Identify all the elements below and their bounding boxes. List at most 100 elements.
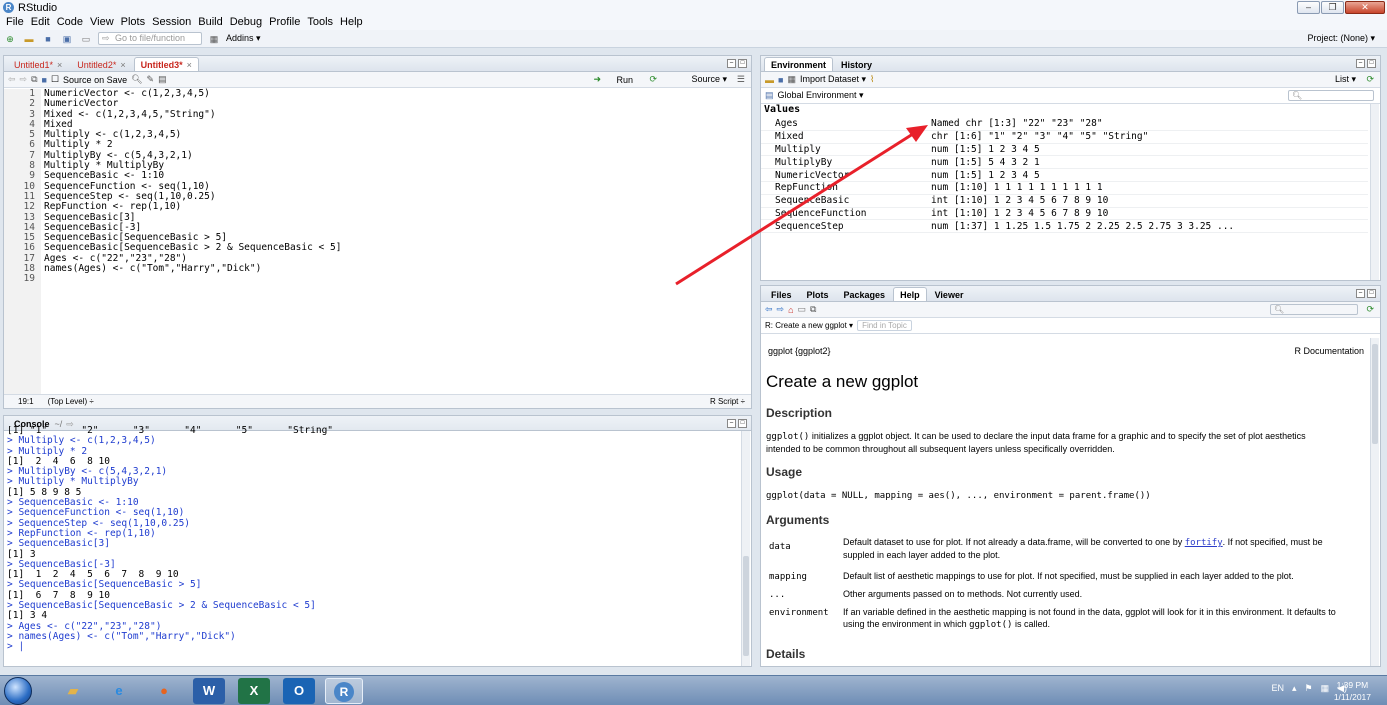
menu-plots[interactable]: Plots xyxy=(118,15,149,30)
forward-arrow-icon[interactable]: ⇨ xyxy=(777,304,785,315)
tab-viewer[interactable]: Viewer xyxy=(928,287,971,301)
goto-file-input[interactable]: Go to file/function xyxy=(98,32,202,45)
environment-row[interactable]: SequenceBasic int [1:10] 1 2 3 4 5 6 7 8 … xyxy=(761,195,1368,208)
start-button[interactable] xyxy=(4,677,32,705)
environment-row[interactable]: NumericVector num [1:5] 1 2 3 4 5 xyxy=(761,169,1368,182)
flag-icon[interactable]: ⚑ xyxy=(1304,683,1312,694)
open-folder-icon[interactable]: ▬ xyxy=(22,33,36,45)
code-line[interactable]: Multiply <- c(1,2,3,4,5) xyxy=(44,129,751,140)
tab-plots[interactable]: Plots xyxy=(800,287,836,301)
back-arrow-icon[interactable]: ⇦ xyxy=(765,304,773,315)
close-tab-icon[interactable]: × xyxy=(187,60,192,70)
show-in-window-icon[interactable]: ⧉ xyxy=(31,74,37,85)
save-icon[interactable]: ■ xyxy=(42,75,47,85)
menu-help[interactable]: Help xyxy=(337,15,367,30)
load-workspace-icon[interactable]: ▬ xyxy=(765,75,774,85)
print-icon[interactable]: ▭ xyxy=(798,304,807,315)
rerun-icon[interactable]: ⟳ xyxy=(649,74,657,85)
refresh-icon[interactable]: ⟳ xyxy=(1366,74,1374,85)
code-line[interactable]: RepFunction <- rep(1,10) xyxy=(44,201,751,212)
source-button[interactable]: Source ▾ xyxy=(691,74,727,85)
menu-profile[interactable]: Profile xyxy=(266,15,304,30)
tab-untitled1[interactable]: Untitled1* × xyxy=(7,57,69,71)
environment-scope-selector[interactable]: Global Environment ▾ xyxy=(778,90,864,101)
menu-debug[interactable]: Debug xyxy=(227,15,266,30)
menu-tools[interactable]: Tools xyxy=(304,15,337,30)
maximize-pane-icon[interactable]: □ xyxy=(1367,289,1376,298)
scope-selector[interactable]: (Top Level) ÷ xyxy=(48,397,94,406)
clear-broom-icon[interactable]: ⌇ xyxy=(870,74,874,85)
menu-edit[interactable]: Edit xyxy=(28,15,54,30)
maximize-pane-icon[interactable]: □ xyxy=(738,59,747,68)
refresh-icon[interactable]: ⟳ xyxy=(1366,304,1374,315)
minimize-pane-icon[interactable]: – xyxy=(727,59,736,68)
environment-row[interactable]: SequenceStep num [1:37] 1 1.25 1.5 1.75 2… xyxy=(761,220,1368,234)
code-line[interactable]: names(Ages) <- c("Tom","Harry","Dick") xyxy=(44,263,751,274)
minimize-button[interactable]: – xyxy=(1297,1,1320,14)
minimize-pane-icon[interactable]: – xyxy=(1356,59,1365,68)
firefox-taskbar-icon[interactable]: ● xyxy=(148,678,180,704)
clock[interactable]: 1:39 PM 1/11/2017 xyxy=(1334,679,1371,703)
menu-build[interactable]: Build xyxy=(195,15,226,30)
scrollbar-thumb[interactable] xyxy=(1372,344,1378,444)
console-output[interactable]: [1] "1" "2" "3" "4" "5" "String" > Multip… xyxy=(7,426,739,666)
code-line[interactable] xyxy=(44,274,751,284)
tab-help[interactable]: Help xyxy=(893,287,927,301)
home-icon[interactable]: ⌂ xyxy=(788,305,793,315)
save-icon[interactable]: ■ xyxy=(41,33,55,45)
internet-explorer-taskbar-icon[interactable]: e xyxy=(103,678,135,704)
save-all-icon[interactable]: ▣ xyxy=(60,33,74,45)
search-icon[interactable]: 🔍︎ xyxy=(131,74,142,85)
back-arrow-icon[interactable]: ⇦ xyxy=(8,74,16,85)
grid-layout-icon[interactable]: ▦ xyxy=(207,33,221,45)
close-button[interactable]: ✕ xyxy=(1345,1,1385,14)
show-in-window-icon[interactable]: ⧉ xyxy=(810,304,816,315)
menu-file[interactable]: File xyxy=(3,15,28,30)
outlook-taskbar-icon[interactable]: O xyxy=(283,678,315,704)
restore-button[interactable]: ❐ xyxy=(1321,1,1344,14)
help-scrollbar[interactable] xyxy=(1370,338,1379,666)
project-menu[interactable]: Project: (None) ▾ xyxy=(1307,33,1375,44)
close-tab-icon[interactable]: × xyxy=(57,60,62,70)
environment-row[interactable]: Ages Named chr [1:3] "22" "23" "28" xyxy=(761,118,1368,131)
code-line[interactable]: Mixed <- c(1,2,3,4,5,"String") xyxy=(44,109,751,120)
minimize-pane-icon[interactable]: – xyxy=(1356,289,1365,298)
environment-row[interactable]: RepFunction num [1:10] 1 1 1 1 1 1 1 1 1 … xyxy=(761,182,1368,195)
menu-code[interactable]: Code xyxy=(54,15,87,30)
new-file-icon[interactable]: ⊕ xyxy=(3,33,17,45)
word-taskbar-icon[interactable]: W xyxy=(193,678,225,704)
maximize-pane-icon[interactable]: □ xyxy=(1367,59,1376,68)
menu-session[interactable]: Session xyxy=(149,15,195,30)
run-icon[interactable]: ➜ xyxy=(593,74,601,85)
show-hidden-icons-icon[interactable]: ▴ xyxy=(1292,683,1297,694)
environment-scrollbar[interactable] xyxy=(1370,104,1379,280)
network-icon[interactable]: ▦ xyxy=(1321,683,1330,694)
excel-taskbar-icon[interactable]: X xyxy=(238,678,270,704)
print-icon[interactable]: ▭ xyxy=(79,33,93,45)
compile-report-icon[interactable]: ▤ xyxy=(158,74,167,85)
tab-untitled3[interactable]: Untitled3* × xyxy=(133,57,199,71)
tab-packages[interactable]: Packages xyxy=(837,287,893,301)
tab-history[interactable]: History xyxy=(834,57,879,71)
code-editor[interactable]: 1 2 3 4 5 6 7 8 9 10 11 12 13 14 15 16 1… xyxy=(4,88,751,394)
addins-menu[interactable]: Addins ▾ xyxy=(226,33,261,44)
source-on-save-checkbox[interactable]: ☐ xyxy=(51,74,59,85)
code-line[interactable]: NumericVector <- c(1,2,3,4,5) xyxy=(44,88,751,99)
menu-view[interactable]: View xyxy=(87,15,118,30)
help-topic-selector[interactable]: R: Create a new ggplot ▾ xyxy=(765,321,853,330)
environment-row[interactable]: Mixed chr [1:6] "1" "2" "3" "4" "5" "Stri… xyxy=(761,131,1368,144)
maximize-pane-icon[interactable]: □ xyxy=(738,419,747,428)
tab-environment[interactable]: Environment xyxy=(764,57,834,71)
environment-row[interactable]: MultiplyBy num [1:5] 5 4 3 2 1 xyxy=(761,156,1368,170)
scrollbar-thumb[interactable] xyxy=(743,556,749,656)
run-button[interactable]: Run xyxy=(616,75,633,85)
close-tab-icon[interactable]: × xyxy=(120,60,125,70)
fortify-link[interactable]: fortify xyxy=(1185,538,1223,548)
import-dataset-button[interactable]: Import Dataset ▾ xyxy=(800,74,866,85)
code-tools-icon[interactable]: ✎ xyxy=(147,74,155,85)
code-line[interactable]: SequenceBasic[3] xyxy=(44,212,751,223)
environment-search-input[interactable]: 🔍︎ xyxy=(1288,90,1374,101)
rstudio-taskbar-icon[interactable]: R xyxy=(325,678,363,704)
tab-files[interactable]: Files xyxy=(764,287,799,301)
tab-untitled2[interactable]: Untitled2* × xyxy=(70,57,132,71)
